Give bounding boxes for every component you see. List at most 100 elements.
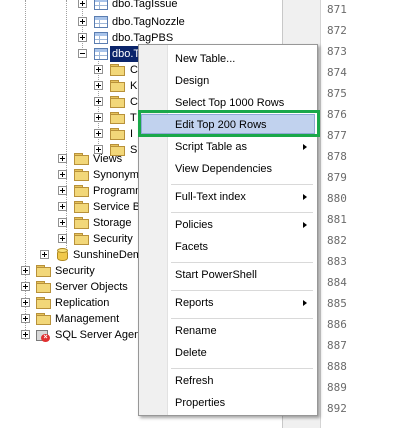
expand-icon[interactable]	[94, 65, 103, 74]
expand-icon[interactable]	[58, 154, 67, 163]
tree-node-dbo-tagissue[interactable]: dbo.TagIssue	[0, 0, 282, 12]
menu-item-refresh[interactable]: Refresh	[141, 371, 315, 391]
line-number: 892	[327, 402, 347, 415]
expand-icon[interactable]	[58, 202, 67, 211]
line-number: 883	[327, 255, 347, 268]
line-number: 871	[327, 3, 347, 16]
tree-node-label: dbo.TagNozzle	[112, 16, 185, 28]
sql-agent-stopped-icon: ×	[36, 328, 50, 342]
menu-separator	[171, 262, 313, 263]
table-icon	[94, 48, 108, 60]
menu-item-policies[interactable]: Policies	[141, 215, 315, 235]
menu-item-delete[interactable]: Delete	[141, 343, 315, 363]
menu-item-label: Reports	[175, 297, 214, 309]
expand-icon[interactable]	[40, 250, 49, 259]
menu-item-label: View Dependencies	[175, 163, 273, 175]
database-icon	[57, 248, 68, 262]
expand-icon[interactable]	[94, 113, 103, 122]
menu-separator	[171, 290, 313, 291]
expand-icon[interactable]	[21, 298, 30, 307]
tree-node-label: Synonyms	[93, 169, 145, 181]
line-number: 886	[327, 318, 347, 331]
tree-node-label: K	[130, 80, 138, 92]
expand-icon[interactable]	[58, 170, 67, 179]
folder-icon	[74, 153, 90, 165]
line-number: 885	[327, 297, 347, 310]
menu-item-label: Facets	[175, 241, 209, 253]
menu-item-design[interactable]: Design	[141, 71, 315, 91]
expand-icon[interactable]	[21, 314, 30, 323]
line-number: 874	[327, 66, 347, 79]
menu-item-label: Delete	[175, 347, 207, 359]
folder-icon	[110, 96, 126, 108]
menu-item-script-table-as[interactable]: Script Table as	[141, 137, 315, 157]
line-number: 884	[327, 276, 347, 289]
menu-item-label: Design	[175, 75, 210, 87]
line-number: 872	[327, 24, 347, 37]
expand-icon[interactable]	[21, 266, 30, 275]
expand-icon[interactable]	[21, 330, 30, 339]
menu-item-start-powershell[interactable]: Start PowerShell	[141, 265, 315, 285]
expand-icon[interactable]	[78, 33, 87, 42]
line-number: 880	[327, 192, 347, 205]
folder-icon	[110, 64, 126, 76]
line-number: 889	[327, 381, 347, 394]
tree-node-label: I	[130, 128, 134, 140]
tree-node-label: SunshineDem	[73, 249, 143, 261]
menu-item-label: Refresh	[175, 375, 214, 387]
folder-icon	[74, 185, 90, 197]
table-icon	[94, 32, 108, 44]
submenu-arrow-icon	[303, 144, 307, 150]
tree-node-label: Replication	[55, 297, 110, 309]
submenu-arrow-icon	[303, 222, 307, 228]
table-context-menu: New Table... Design Select Top 1000 Rows…	[138, 44, 318, 416]
menu-item-reports[interactable]: Reports	[141, 293, 315, 313]
collapse-icon[interactable]	[78, 49, 87, 58]
tree-node-label: C	[130, 64, 138, 76]
line-number: 879	[327, 171, 347, 184]
expand-icon[interactable]	[94, 129, 103, 138]
line-number: 873	[327, 45, 347, 58]
menu-item-label: Full-Text index	[175, 191, 246, 203]
menu-item-new-table[interactable]: New Table...	[141, 49, 315, 69]
table-icon	[94, 16, 108, 28]
menu-item-label: Start PowerShell	[175, 269, 257, 281]
line-number: 877	[327, 129, 347, 142]
folder-icon	[36, 313, 52, 325]
folder-icon	[110, 80, 126, 92]
table-icon	[94, 0, 108, 10]
tree-node-label: T	[130, 112, 137, 124]
tree-node-label: C	[130, 96, 138, 108]
menu-item-properties[interactable]: Properties	[141, 393, 315, 413]
expand-icon[interactable]	[78, 0, 87, 8]
line-number-column: 871 872 873 874 875 876 877 878 879 880 …	[320, 0, 403, 428]
line-number: 887	[327, 339, 347, 352]
menu-item-label: Script Table as	[175, 141, 247, 153]
expand-icon[interactable]	[58, 186, 67, 195]
folder-icon	[110, 128, 126, 140]
tree-node-label: Programm	[93, 185, 145, 197]
expand-icon[interactable]	[58, 218, 67, 227]
tree-node-dbo-tagnozzle[interactable]: dbo.TagNozzle	[0, 14, 282, 30]
tree-node-label: Security	[55, 265, 95, 277]
tree-node-label: Views	[93, 153, 123, 165]
expand-icon[interactable]	[94, 97, 103, 106]
menu-item-view-dependencies[interactable]: View Dependencies	[141, 159, 315, 179]
menu-item-facets[interactable]: Facets	[141, 237, 315, 257]
tree-node-label: dbo.TagIssue	[112, 0, 178, 10]
menu-item-full-text-index[interactable]: Full-Text index	[141, 187, 315, 207]
expand-icon[interactable]	[58, 234, 67, 243]
menu-separator	[171, 318, 313, 319]
expand-icon[interactable]	[78, 17, 87, 26]
folder-icon	[36, 265, 52, 277]
menu-item-label: Properties	[175, 397, 226, 409]
folder-icon	[74, 217, 90, 229]
expand-icon[interactable]	[94, 81, 103, 90]
folder-icon	[36, 297, 52, 309]
tree-node-label: Service Br	[93, 201, 144, 213]
tree-node-label: SQL Server Agent	[55, 329, 144, 341]
menu-item-label: Rename	[175, 325, 217, 337]
menu-separator	[171, 368, 313, 369]
menu-item-rename[interactable]: Rename	[141, 321, 315, 341]
expand-icon[interactable]	[21, 282, 30, 291]
